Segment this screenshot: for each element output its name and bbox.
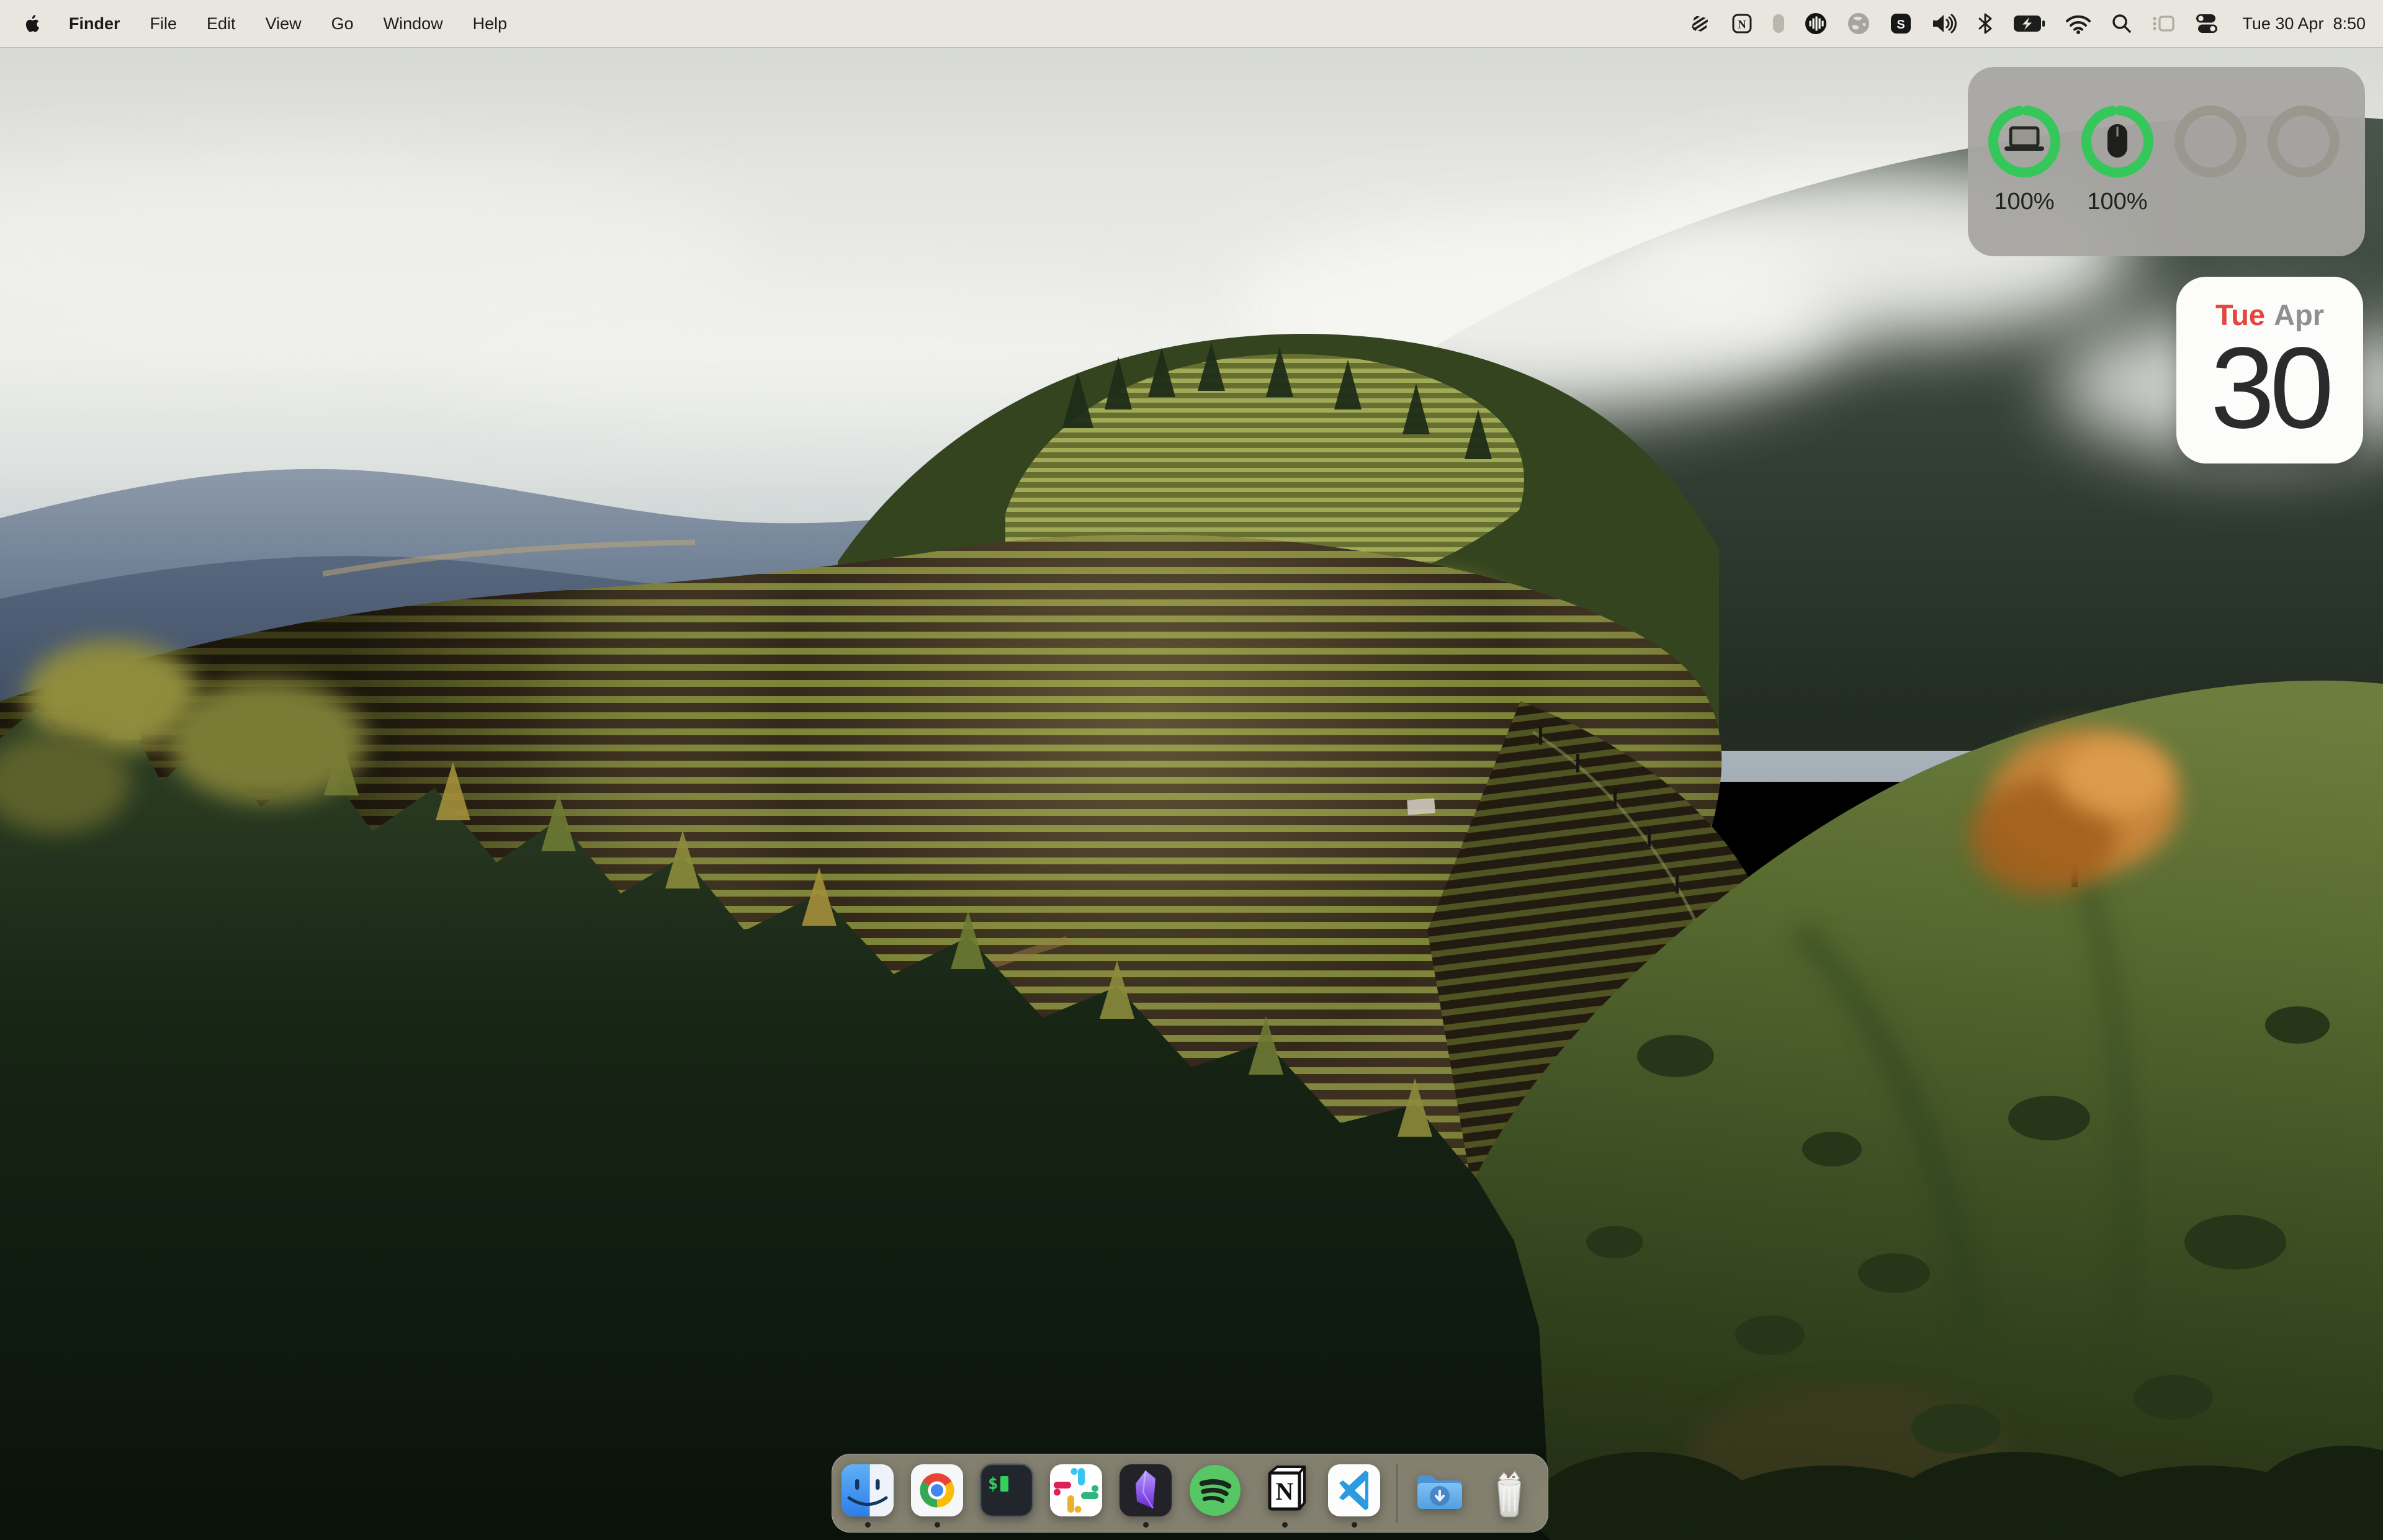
running-dot: [1282, 1522, 1288, 1528]
battery-ring-empty: [2164, 67, 2257, 256]
slack-icon[interactable]: S: [1890, 12, 1912, 35]
apple-logo-icon: [22, 14, 39, 34]
desktop: Finder File Edit View Go Window Help N: [0, 0, 2383, 1540]
svg-text:S: S: [1897, 18, 1905, 32]
dock-trash-icon[interactable]: [1482, 1463, 1537, 1518]
globe-icon[interactable]: [1847, 12, 1870, 35]
striped-app-icon[interactable]: [1688, 12, 1712, 35]
battery-ring-mouse: 100%: [2071, 67, 2164, 256]
control-center-icon[interactable]: [2194, 12, 2219, 35]
dock-downloads-folder-icon[interactable]: [1412, 1463, 1467, 1518]
menu-item-view[interactable]: View: [266, 0, 302, 47]
menu-item-edit[interactable]: Edit: [207, 0, 236, 47]
dock-separator: [1396, 1464, 1398, 1523]
stage-manager-icon[interactable]: [2152, 13, 2175, 34]
svg-text:N: N: [1738, 19, 1746, 32]
running-dot: [935, 1522, 940, 1528]
spotlight-icon[interactable]: [2111, 13, 2132, 34]
notion-icon[interactable]: N: [1731, 12, 1753, 35]
krisp-audio-icon[interactable]: [1804, 12, 1828, 35]
dock-spotify-icon[interactable]: [1188, 1463, 1242, 1518]
battery-ring-empty: [2257, 67, 2350, 256]
calendar-day: 30: [2210, 336, 2329, 441]
menu-item-file[interactable]: File: [150, 0, 177, 47]
volume-icon[interactable]: [1931, 12, 1957, 35]
menu-bar: Finder File Edit View Go Window Help N: [0, 0, 2383, 47]
mouse-battery-icon[interactable]: [1772, 13, 1785, 34]
dock-finder-icon[interactable]: [840, 1463, 895, 1518]
svg-text:$: $: [988, 1474, 998, 1493]
apple-menu[interactable]: [22, 14, 39, 34]
running-dot: [1143, 1522, 1149, 1528]
battery-percent: 100%: [1994, 189, 2054, 216]
menu-item-go[interactable]: Go: [331, 0, 354, 47]
battery-ring-laptop: 100%: [1978, 67, 2071, 256]
menu-item-help[interactable]: Help: [473, 0, 508, 47]
menu-item-app[interactable]: Finder: [69, 0, 120, 47]
running-dot: [865, 1522, 871, 1528]
dock: $: [832, 1454, 1548, 1533]
battery-percent: 100%: [2087, 189, 2147, 216]
mouse-icon: [2107, 124, 2127, 158]
dock-notion-icon[interactable]: N: [1257, 1463, 1312, 1518]
running-dot: [1352, 1522, 1357, 1528]
dock-vscode-icon[interactable]: [1327, 1463, 1381, 1518]
dock-chrome-icon[interactable]: [910, 1463, 964, 1518]
menu-bar-clock[interactable]: Tue 30 Apr 8:50: [2242, 14, 2366, 34]
battery-widget[interactable]: 100% 100%: [1968, 67, 2365, 256]
dock-terminal-icon[interactable]: $: [979, 1463, 1034, 1518]
calendar-widget[interactable]: Tue Apr 30: [2176, 277, 2363, 463]
laptop-icon: [2004, 128, 2044, 151]
svg-text:N: N: [1276, 1477, 1294, 1505]
battery-charging-icon[interactable]: [2013, 14, 2045, 34]
wifi-icon[interactable]: [2065, 13, 2092, 34]
dock-slack-icon[interactable]: [1049, 1463, 1103, 1518]
dock-obsidian-icon[interactable]: [1118, 1463, 1173, 1518]
bluetooth-icon[interactable]: [1977, 12, 1994, 35]
menu-item-window[interactable]: Window: [384, 0, 443, 47]
